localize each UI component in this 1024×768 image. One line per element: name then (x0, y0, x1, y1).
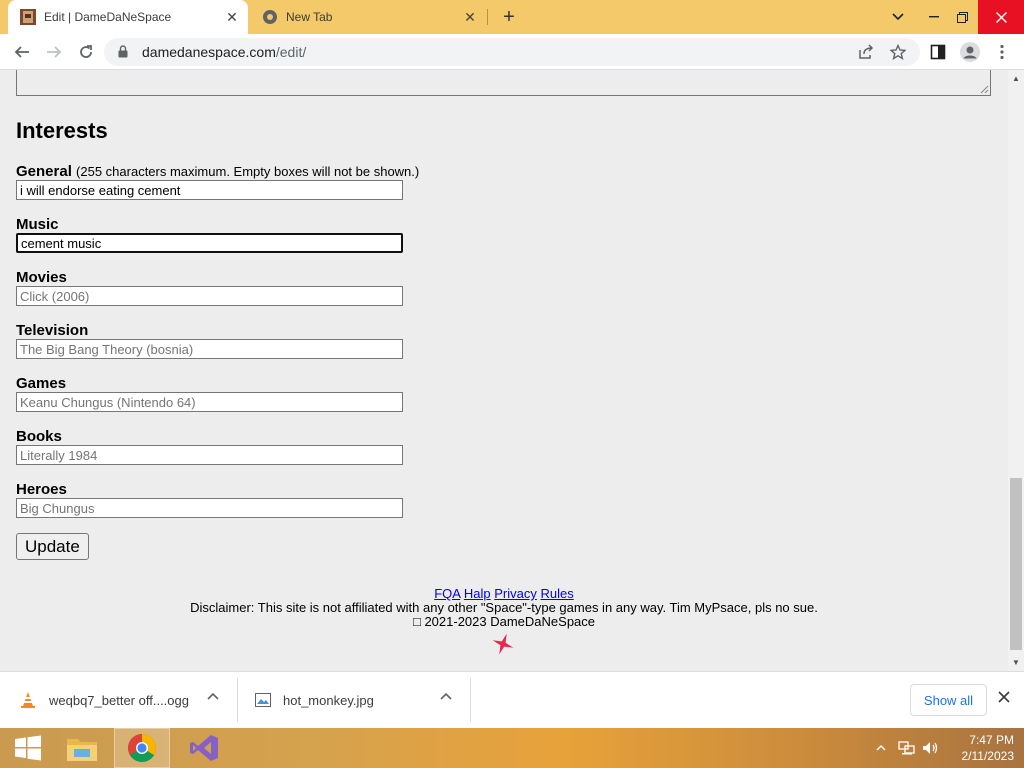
browser-tab-strip: Edit | DameDaNeSpace ✕ New Tab ✕ + (0, 0, 1024, 34)
download-item[interactable]: hot_monkey.jpg (255, 678, 374, 722)
tab-close-icon[interactable]: ✕ (460, 7, 480, 27)
address-bar[interactable]: damedanespace.com/edit/ (104, 38, 920, 66)
general-label: General (255 characters maximum. Empty b… (16, 163, 420, 180)
chevron-up-icon[interactable] (440, 692, 452, 700)
download-separator (237, 678, 238, 722)
heroes-label: Heroes (16, 481, 67, 498)
character-limit-note: (255 characters maximum. Empty boxes wil… (76, 164, 420, 179)
games-input[interactable] (16, 392, 403, 412)
reload-button[interactable] (72, 38, 100, 66)
tab-new-tab[interactable]: New Tab ✕ (250, 0, 486, 34)
tab-close-icon[interactable]: ✕ (222, 7, 242, 27)
network-icon[interactable] (898, 740, 916, 756)
tab-title: Edit | DameDaNeSpace (44, 10, 172, 24)
footer-links: FQA Halp Privacy Rules (0, 587, 1008, 601)
chrome-menu-icon[interactable] (988, 38, 1016, 66)
vlc-cone-icon (21, 692, 35, 708)
heroes-input[interactable] (16, 498, 403, 518)
windows-taskbar: 7:47 PM 2/11/2023 (0, 728, 1024, 768)
page-content: Interests General (255 characters maximu… (0, 70, 1008, 671)
file-explorer-taskbar-button[interactable] (54, 728, 110, 768)
visual-studio-taskbar-button[interactable] (176, 728, 232, 768)
clock-date: 2/11/2023 (961, 749, 1015, 763)
rules-link[interactable]: Rules (541, 586, 574, 601)
chrome-icon (128, 734, 156, 762)
forward-button[interactable] (40, 38, 68, 66)
download-separator (470, 678, 471, 722)
television-input[interactable] (16, 339, 403, 359)
clock-time: 7:47 PM (969, 733, 1014, 747)
update-button[interactable]: Update (16, 533, 89, 560)
windows-logo-icon (15, 735, 41, 761)
download-shelf: weqbq7_better off....ogg hot_monkey.jpg … (0, 671, 1024, 728)
folder-icon (67, 739, 97, 761)
books-input[interactable] (16, 445, 403, 465)
chevron-up-icon[interactable] (207, 692, 219, 700)
general-input[interactable] (16, 180, 403, 200)
download-filename: weqbq7_better off....ogg (49, 692, 189, 708)
chrome-icon (263, 10, 277, 24)
volume-icon[interactable] (922, 740, 940, 756)
previous-textarea[interactable] (16, 70, 991, 96)
reload-icon (80, 45, 92, 58)
system-clock[interactable]: 7:47 PM 2/11/2023 (944, 732, 1015, 764)
tab-title: New Tab (286, 10, 333, 24)
profile-avatar-icon[interactable] (956, 38, 984, 66)
image-file-icon (255, 693, 271, 707)
lock-icon (118, 45, 128, 58)
back-button[interactable] (8, 38, 36, 66)
side-panel-icon[interactable] (924, 38, 952, 66)
url-text: damedanespace.com/edit/ (142, 44, 307, 60)
forward-arrow-icon (47, 46, 62, 58)
download-filename: hot_monkey.jpg (283, 692, 374, 708)
star-logo-icon (492, 633, 514, 655)
show-hidden-icons-chevron-icon[interactable] (876, 745, 886, 751)
page-scrollbar[interactable]: ▲ ▼ (1008, 70, 1024, 671)
disclaimer-text: Disclaimer: This site is not affiliated … (190, 600, 818, 615)
back-arrow-icon (14, 46, 29, 58)
tab-separator (487, 9, 488, 25)
tab-search-chevron-icon[interactable] (882, 0, 914, 34)
fqa-link[interactable]: FQA (434, 586, 460, 601)
restore-button[interactable] (946, 0, 978, 34)
start-button[interactable] (0, 728, 56, 768)
interests-heading: Interests (16, 118, 108, 143)
television-label: Television (16, 322, 89, 339)
privacy-link[interactable]: Privacy (494, 586, 537, 601)
movies-input[interactable] (16, 286, 403, 306)
resize-grip-icon[interactable] (980, 85, 989, 94)
games-label: Games (16, 375, 67, 392)
movies-label: Movies (16, 269, 67, 286)
show-all-button[interactable]: Show all (910, 684, 987, 716)
share-icon[interactable] (852, 38, 880, 66)
music-input[interactable] (16, 233, 403, 253)
bookmark-star-icon[interactable] (884, 38, 912, 66)
download-item[interactable]: weqbq7_better off....ogg (20, 678, 189, 722)
copyright-text: □ 2021-2023 DameDaNeSpace (412, 614, 596, 629)
window-close-button[interactable] (978, 0, 1024, 34)
visual-studio-icon (190, 735, 218, 761)
browser-toolbar: damedanespace.com/edit/ (0, 34, 1024, 70)
books-label: Books (16, 428, 62, 445)
close-icon[interactable] (998, 691, 1010, 703)
tab-edit-damedanespace[interactable]: Edit | DameDaNeSpace ✕ (8, 0, 248, 34)
music-label: Music (16, 216, 59, 233)
new-tab-button[interactable]: + (498, 6, 520, 28)
scroll-down-arrow-icon[interactable]: ▼ (1012, 658, 1020, 667)
scrollbar-thumb[interactable] (1010, 478, 1022, 650)
scroll-up-arrow-icon[interactable]: ▲ (1012, 74, 1020, 83)
site-favicon-icon (20, 9, 36, 25)
footer: FQA Halp Privacy Rules Disclaimer: This … (0, 587, 1008, 629)
halp-link[interactable]: Halp (464, 586, 491, 601)
chrome-taskbar-button[interactable] (114, 728, 170, 768)
